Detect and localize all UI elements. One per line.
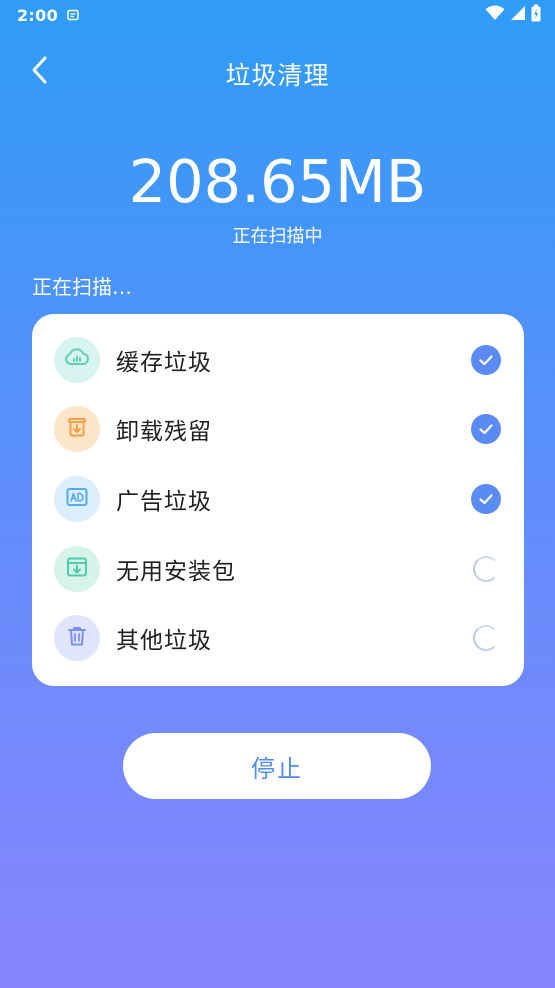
status-bar: 2:00 [0,0,555,32]
uninstall-residue-icon [63,413,91,445]
scan-item-status [471,554,501,584]
scan-item-ads: 广告垃圾 [32,464,524,534]
item-icon-bg [54,545,100,592]
item-icon-bg [54,406,100,453]
signal-icon [510,5,526,25]
scan-item-status [471,344,501,375]
scan-item-label: 无用安装包 [116,558,236,585]
scan-item-status [471,483,501,514]
check-icon [471,414,501,445]
scan-item-label: 其他垃圾 [116,628,212,655]
junk-size-readout: 208.65MB [128,147,427,216]
scan-card: 缓存垃圾 卸载残留 广告垃圾 无用安装包 其他垃圾 [32,314,524,686]
scan-item-label: 广告垃圾 [116,488,212,515]
page-title: 垃圾清理 [225,61,330,90]
scan-item-label: 缓存垃圾 [116,349,212,376]
trash-icon [63,622,91,654]
item-icon-bg [54,615,100,662]
scan-item-other: 其他垃圾 [32,603,524,673]
scan-item-cache: 缓存垃圾 [32,325,524,395]
battery-icon [531,4,541,26]
check-icon [471,344,501,375]
scan-progress-label: 正在扫描… [32,275,132,299]
scan-item-uninstall-residue: 卸载残留 [32,395,524,465]
loading-spinner-icon [473,555,499,582]
scan-item-status [471,414,501,445]
scan-status-text: 正在扫描中 [232,226,323,247]
status-indicators [485,4,541,26]
item-icon-bg [54,336,100,383]
notification-icon [66,7,80,21]
header: 垃圾清理 [0,44,555,100]
scan-item-label: 卸载残留 [116,419,212,446]
cloud-cache-icon [63,344,91,376]
wifi-icon [485,5,505,25]
loading-spinner-icon [473,625,499,652]
ad-icon [63,483,91,515]
package-icon [63,553,91,585]
scan-item-status [471,623,501,653]
scan-item-unused-packages: 无用安装包 [32,534,524,604]
status-time: 2:00 [17,6,58,25]
stop-button[interactable]: 停止 [123,733,431,799]
check-icon [471,483,501,514]
item-icon-bg [54,475,100,522]
